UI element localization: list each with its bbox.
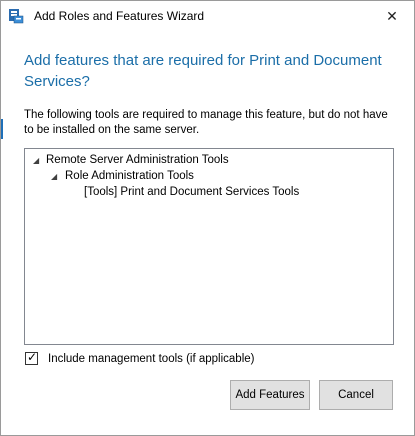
close-icon: ✕ bbox=[386, 7, 398, 24]
server-manager-icon bbox=[9, 9, 24, 24]
check-icon: ✓ bbox=[27, 350, 38, 364]
collapse-arrow-icon[interactable]: ◢ bbox=[51, 169, 57, 184]
add-features-button[interactable]: Add Features bbox=[230, 380, 310, 410]
tree-item-print-doc-services-tools[interactable]: [Tools] Print and Document Services Tool… bbox=[84, 185, 299, 200]
cancel-button[interactable]: Cancel bbox=[319, 380, 393, 410]
close-button[interactable]: ✕ bbox=[370, 1, 414, 31]
window-title: Add Roles and Features Wizard bbox=[34, 9, 205, 23]
title-bar[interactable]: Add Roles and Features Wizard ✕ bbox=[1, 1, 414, 31]
tree-item-remote-server-admin-tools[interactable]: Remote Server Administration Tools bbox=[46, 153, 229, 168]
dialog-description: The following tools are required to mana… bbox=[24, 109, 388, 136]
collapse-arrow-icon[interactable]: ◢ bbox=[33, 153, 39, 168]
tree-item-role-admin-tools[interactable]: Role Administration Tools bbox=[65, 169, 194, 184]
include-management-tools-label[interactable]: Include management tools (if applicable) bbox=[48, 352, 254, 366]
dialog-heading: Add features that are required for Print… bbox=[24, 52, 382, 90]
include-management-tools-checkbox[interactable]: ✓ bbox=[25, 350, 38, 365]
wizard-dialog: Add Roles and Features Wizard ✕ Add feat… bbox=[0, 0, 415, 436]
feature-tree[interactable]: ◢ Remote Server Administration Tools ◢ R… bbox=[24, 148, 394, 345]
left-edge-indicator bbox=[1, 119, 3, 139]
